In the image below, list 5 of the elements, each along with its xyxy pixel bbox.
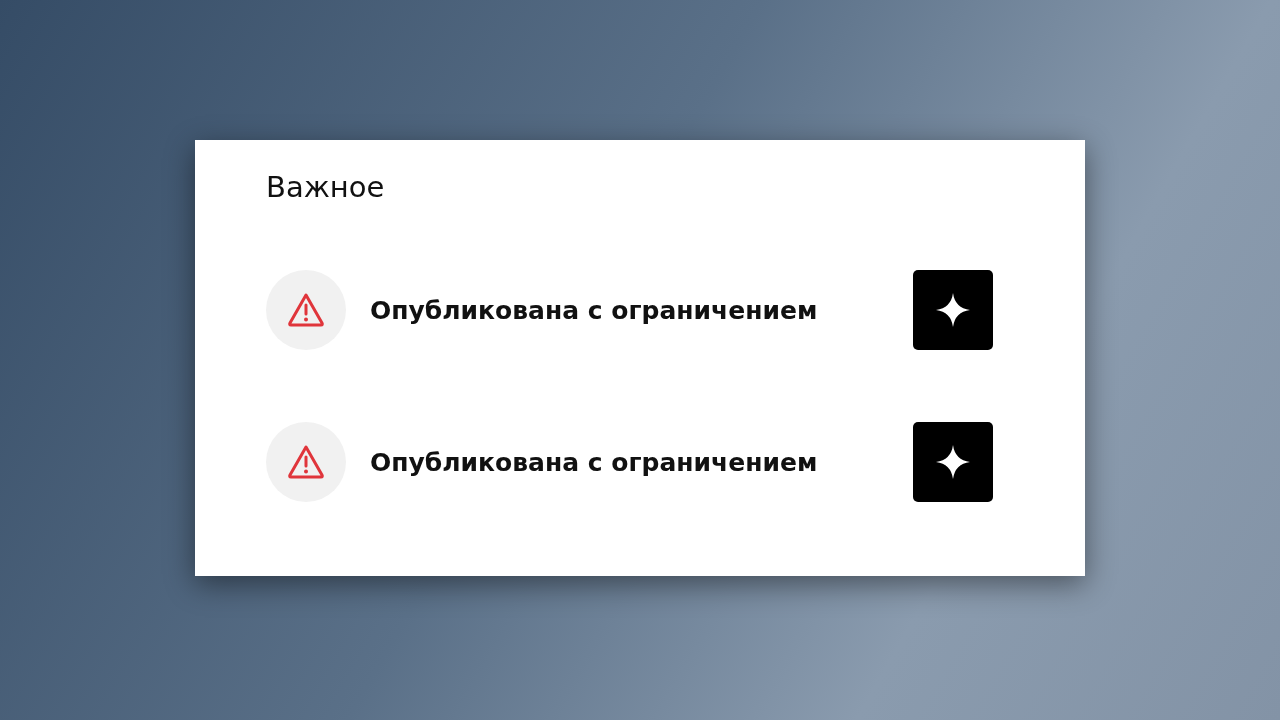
card-title: Важное — [266, 170, 386, 204]
sparkle-button[interactable] — [913, 422, 993, 502]
item-label: Опубликована с ограничением — [370, 447, 819, 477]
item-label: Опубликована с ограничением — [370, 295, 819, 325]
sparkle-button[interactable] — [913, 270, 993, 350]
